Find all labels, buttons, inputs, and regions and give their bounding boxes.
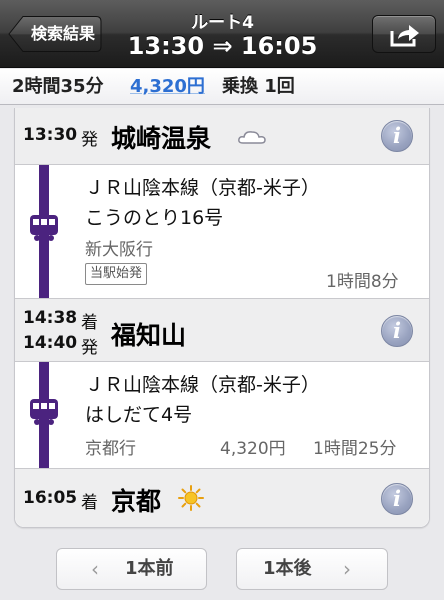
departure-kind: 発 <box>81 130 98 150</box>
train-name: こうのとり16号 <box>85 207 224 229</box>
arrival-kind: 着 <box>81 493 98 513</box>
sun-icon <box>178 485 204 511</box>
line-name: ＪＲ山陰本線（京都-米子） <box>85 374 320 396</box>
arrival-time: 16:05 <box>23 488 78 508</box>
segment-duration: 1時間25分 <box>313 439 397 459</box>
train-segment-1[interactable]: ＪＲ山陰本線（京都-米子） こうのとり16号 新大阪行 当駅始発 1時間8分 <box>15 165 429 298</box>
arrival-station: 京都 <box>111 487 162 516</box>
previous-train-button[interactable]: ‹ 1本前 <box>56 548 207 590</box>
train-segment-2[interactable]: ＪＲ山陰本線（京都-米子） はしだて4号 京都行 4,320円 1時間25分 <box>15 362 429 468</box>
previous-train-label: 1本前 <box>125 558 174 579</box>
info-button[interactable]: i <box>381 483 413 515</box>
transfer-departure-kind: 発 <box>81 338 98 358</box>
info-button[interactable]: i <box>381 315 413 347</box>
segment-fare: 4,320円 <box>220 439 286 459</box>
share-button[interactable] <box>372 15 436 53</box>
departure-station: 城崎温泉 <box>111 124 212 153</box>
line-name: ＪＲ山陰本線（京都-米子） <box>85 177 320 199</box>
route-label: ルート4 <box>191 13 254 33</box>
stop-arrival[interactable]: 16:05 着 京都 i <box>15 468 429 527</box>
next-train-label: 1本後 <box>263 558 312 579</box>
route-summary: 2時間35分 4,320円 乗換 1回 <box>0 69 444 105</box>
train-direction: 新大阪行 <box>85 240 153 260</box>
navigation-bar: 検索結果 ルート4 13:30 ⇒ 16:05 <box>0 0 444 68</box>
back-button-label: 検索結果 <box>30 24 95 43</box>
stop-transfer[interactable]: 14:38 着 14:40 発 福知山 i <box>15 298 429 362</box>
transfer-departure-time: 14:40 <box>23 333 78 353</box>
origin-badge: 当駅始発 <box>85 263 148 285</box>
cloud-icon <box>238 131 266 144</box>
share-icon <box>390 25 419 47</box>
total-duration: 2時間35分 <box>12 76 104 97</box>
arrival-time: 14:38 <box>23 308 78 328</box>
train-name: はしだて4号 <box>85 404 193 426</box>
stop-departure[interactable]: 13:30 発 城崎温泉 i <box>15 108 429 165</box>
info-button[interactable]: i <box>381 120 413 152</box>
train-icon <box>30 215 58 241</box>
next-train-button[interactable]: 1本後 › <box>236 548 388 590</box>
train-icon <box>30 399 58 425</box>
chevron-left-icon: ‹ <box>91 557 99 581</box>
arrival-kind: 着 <box>81 313 98 333</box>
route-time-range: 13:30 ⇒ 16:05 <box>127 32 318 60</box>
segment-duration: 1時間8分 <box>326 272 399 292</box>
total-fare-link[interactable]: 4,320円 <box>130 69 205 105</box>
back-button[interactable]: 検索結果 <box>8 15 102 53</box>
transfer-count: 乗換 1回 <box>222 76 295 97</box>
transfer-station: 福知山 <box>111 321 187 350</box>
departure-time: 13:30 <box>23 125 78 145</box>
chevron-right-icon: › <box>343 557 351 581</box>
route-card: 13:30 発 城崎温泉 i ＪＲ山陰本線（京都-米子） こうのとり16号 新大… <box>14 108 430 528</box>
train-direction: 京都行 <box>85 439 136 459</box>
